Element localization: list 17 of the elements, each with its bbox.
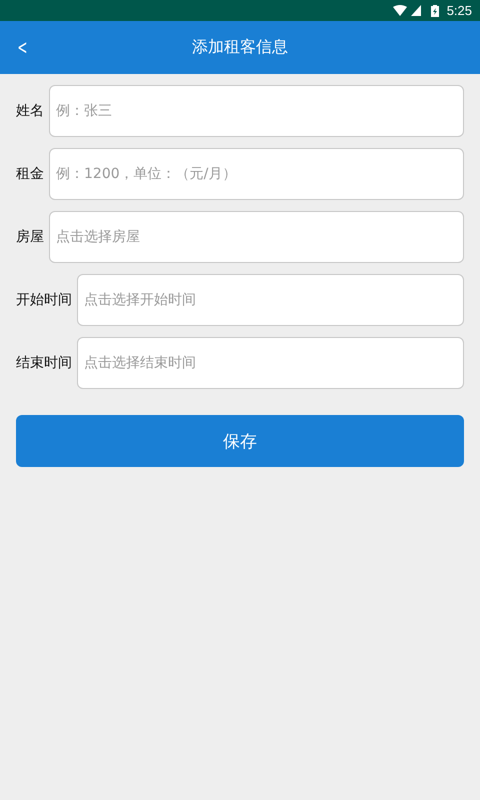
input-field[interactable]: 例：张三 [49,85,464,137]
field-label: 姓名 [16,102,44,120]
signal-icon [410,5,421,16]
wifi-icon [392,5,407,16]
input-field[interactable]: 点击选择开始时间 [77,274,464,326]
status-time: 5:25 [446,3,472,18]
page-title: 添加租客信息 [192,37,288,58]
battery-icon [430,4,439,16]
field-label: 开始时间 [16,291,72,309]
save-button[interactable]: 保存 [16,415,464,467]
field-label: 租金 [16,165,44,183]
input-field[interactable]: 点击选择房屋 [49,211,464,263]
field-label: 结束时间 [16,354,72,372]
input-field[interactable]: 点击选择结束时间 [77,337,464,389]
input-field[interactable]: 例：1200，单位：（元/月） [49,148,464,200]
back-button[interactable]: < [14,33,30,61]
field-label: 房屋 [16,228,44,246]
